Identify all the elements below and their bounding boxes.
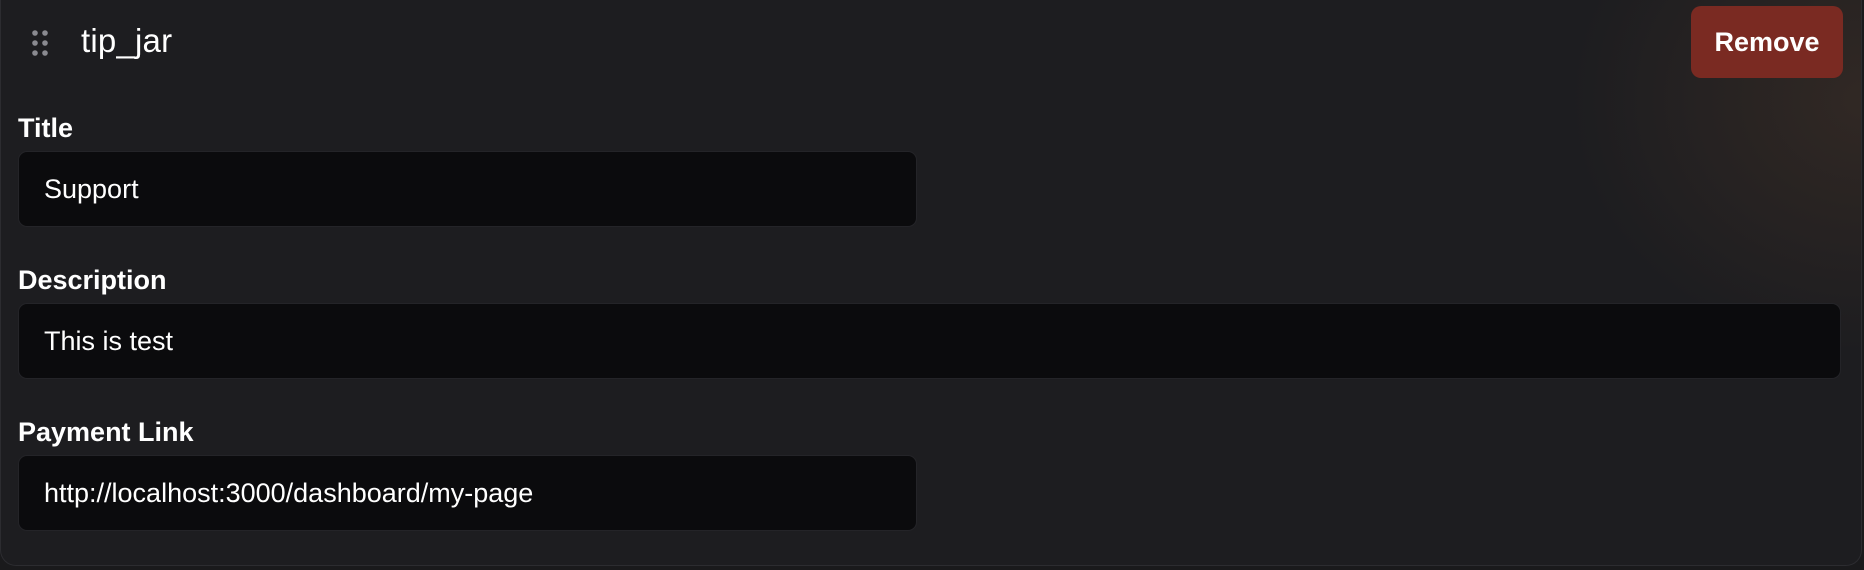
payment-link-input[interactable] [18,455,917,531]
widget-header: tip_jar Remove [1,0,1861,84]
title-label: Title [18,113,74,143]
drag-handle-icon[interactable] [31,29,49,57]
description-input[interactable] [18,303,1841,379]
description-label: Description [18,265,167,295]
title-input[interactable] [18,151,917,227]
remove-button[interactable]: Remove [1691,6,1843,78]
payment-link-label: Payment Link [18,417,194,447]
widget-card: tip_jar Remove Title Description Payment… [0,0,1862,566]
widget-name: tip_jar [81,22,173,59]
